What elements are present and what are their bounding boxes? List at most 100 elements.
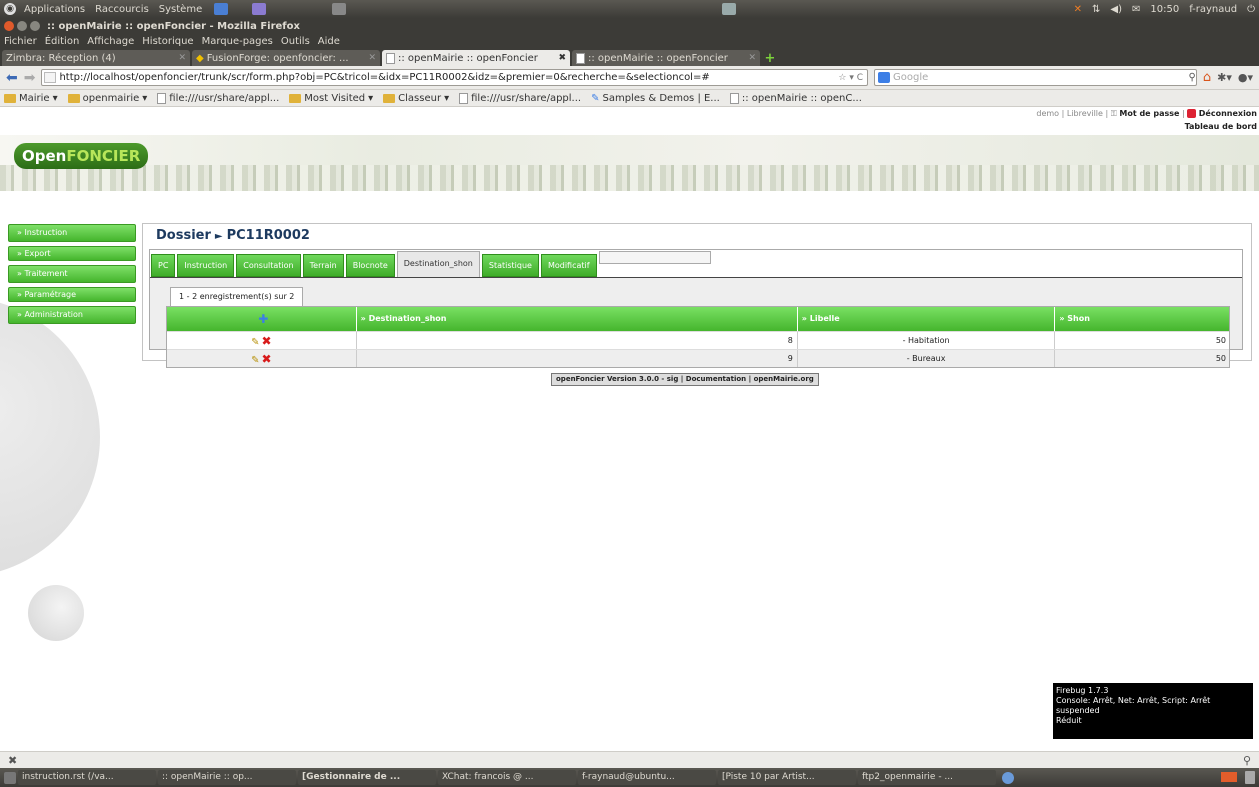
terminal-launcher-icon[interactable]: [332, 3, 347, 15]
browser-tab-openfoncier[interactable]: :: openMairie :: openFoncier ✕: [572, 50, 760, 66]
bookmark-file-2[interactable]: file:///usr/share/appl...: [459, 92, 581, 104]
url-text[interactable]: http://localhost/openfoncier/trunk/scr/f…: [59, 72, 835, 83]
edit-icon[interactable]: ✎: [251, 355, 259, 366]
bookmark-openmairie-page[interactable]: :: openMairie :: openC...: [729, 92, 862, 104]
addon-icon[interactable]: ✱▾: [1217, 71, 1232, 84]
menu-parametrage[interactable]: » Paramétrage: [8, 287, 136, 302]
close-findbar-icon[interactable]: ✖: [8, 754, 17, 767]
tab-close-icon[interactable]: ✖: [558, 53, 566, 63]
cell-shon: 50: [1215, 336, 1226, 345]
search-engine-icon[interactable]: [878, 72, 890, 83]
menu-traitement[interactable]: » Traitement: [8, 265, 136, 283]
task-terminal[interactable]: f-raynaud@ubuntu...: [578, 770, 716, 785]
site-identity-icon[interactable]: [44, 72, 57, 83]
table-row[interactable]: ✎ ✖ 8 - Habitation 50: [167, 331, 1229, 349]
browser-tab-openfoncier-active[interactable]: :: openMairie :: openFoncier ✖: [382, 50, 570, 66]
window-minimize-icon[interactable]: [17, 21, 27, 31]
transfer-icon[interactable]: ⇅: [1092, 4, 1100, 15]
tab-instruction[interactable]: Instruction: [177, 254, 235, 277]
task-ftp[interactable]: ftp2_openmairie - ...: [858, 770, 996, 785]
bookmark-mairie[interactable]: Mairie ▾: [4, 93, 58, 104]
bookmark-file-1[interactable]: file:///usr/share/appl...: [157, 92, 279, 104]
tab-statistique[interactable]: Statistique: [481, 254, 539, 277]
menu-edition[interactable]: Édition: [45, 36, 80, 47]
search-input[interactable]: Google ⚲: [874, 69, 1197, 86]
tab-close-icon[interactable]: ✕: [368, 53, 376, 63]
menu-instruction[interactable]: » Instruction: [8, 224, 136, 242]
menu-administration[interactable]: » Administration: [8, 306, 136, 324]
browser-tab-fusionforge[interactable]: ◆ FusionForge: openfoncier: ... ✕: [192, 50, 380, 66]
bookmark-most-visited[interactable]: Most Visited ▾: [289, 93, 373, 104]
power-icon[interactable]: ⏻: [1247, 4, 1255, 15]
url-input[interactable]: http://localhost/openfoncier/trunk/scr/f…: [41, 69, 868, 86]
tab-pc[interactable]: PC: [151, 254, 176, 277]
tab-destination-shon[interactable]: Destination_shon: [396, 251, 480, 277]
user-name: demo: [1036, 109, 1060, 118]
add-icon[interactable]: ✚: [258, 312, 268, 326]
column-libelle[interactable]: » Libelle: [798, 307, 1056, 331]
home-icon[interactable]: ⌂: [1203, 70, 1211, 85]
browser-tab-zimbra[interactable]: Zimbra: Réception (4) ✕: [2, 50, 190, 66]
column-shon[interactable]: » Shon: [1055, 307, 1229, 331]
tab-modificatif[interactable]: Modificatif: [540, 254, 597, 277]
task-instruction-rst[interactable]: instruction.rst (/va...: [18, 770, 156, 785]
volume-icon[interactable]: ◀): [1110, 4, 1122, 15]
column-destination-shon[interactable]: » Destination_shon: [357, 307, 798, 331]
tab-close-icon[interactable]: ✕: [748, 53, 756, 63]
window-close-icon[interactable]: [4, 21, 14, 31]
menu-outils[interactable]: Outils: [281, 36, 310, 47]
clock[interactable]: 10:50: [1150, 4, 1179, 15]
record-count-tab[interactable]: 1 - 2 enregistrement(s) sur 2: [170, 287, 304, 307]
window-maximize-icon[interactable]: [30, 21, 40, 31]
firefox-launcher-icon[interactable]: [214, 3, 229, 15]
user-menu[interactable]: f-raynaud: [1189, 4, 1237, 15]
task-xchat[interactable]: XChat: francois @ ...: [438, 770, 576, 785]
show-desktop-icon[interactable]: [4, 771, 16, 784]
menu-marque-pages[interactable]: Marque-pages: [202, 36, 273, 47]
bookmark-classeur[interactable]: Classeur ▾: [383, 93, 449, 104]
tab-consultation[interactable]: Consultation: [236, 254, 301, 277]
search-icon[interactable]: ⚲: [1189, 72, 1196, 83]
tab-blocnote[interactable]: Blocnote: [345, 254, 395, 277]
update-icon[interactable]: [1002, 771, 1014, 784]
logout-link[interactable]: Déconnexion: [1199, 109, 1257, 118]
dashboard-link[interactable]: Tableau de bord: [1185, 122, 1257, 131]
tab-terrain[interactable]: Terrain: [302, 254, 344, 277]
applications-menu[interactable]: Applications: [22, 4, 87, 15]
openfoncier-logo[interactable]: OpenFONCIER: [14, 143, 149, 169]
menu-fichier[interactable]: Fichier: [4, 36, 37, 47]
menu-affichage[interactable]: Affichage: [87, 36, 134, 47]
menu-export[interactable]: » Export: [8, 246, 136, 261]
logout-icon[interactable]: [1187, 109, 1197, 118]
city-link[interactable]: Libreville: [1067, 109, 1103, 118]
workspace-switcher-icon[interactable]: [1221, 772, 1237, 782]
shortcuts-menu[interactable]: Raccourcis: [93, 4, 151, 15]
reload-icon[interactable]: ☆ ▾ C: [838, 73, 867, 83]
network-icon[interactable]: ✕: [1074, 4, 1082, 15]
table-row[interactable]: ✎ ✖ 9 - Bureaux 50: [167, 349, 1229, 367]
system-menu[interactable]: Système: [157, 4, 204, 15]
menu-aide[interactable]: Aide: [318, 36, 340, 47]
bookmark-openmairie[interactable]: openmairie ▾: [67, 93, 147, 104]
new-tab-icon[interactable]: +: [762, 52, 778, 66]
edit-icon[interactable]: ✎: [251, 337, 259, 348]
tab-close-icon[interactable]: ✕: [178, 53, 186, 63]
monitor-launcher-icon[interactable]: [252, 3, 267, 15]
task-openmairie[interactable]: :: openMairie :: op...: [158, 770, 296, 785]
firebug-status-icon[interactable]: ⚲: [1243, 754, 1251, 767]
delete-icon[interactable]: ✖: [261, 334, 271, 348]
delete-icon[interactable]: ✖: [261, 352, 271, 366]
task-music[interactable]: [Piste 10 par Artist...: [718, 770, 856, 785]
bookmark-samples[interactable]: ✎ Samples & Demos | E...: [591, 93, 720, 104]
openmairie-link[interactable]: openMairie.org: [754, 375, 814, 383]
indicator-icon[interactable]: [722, 3, 736, 15]
back-arrow-icon[interactable]: ⬅: [6, 70, 18, 86]
documentation-link[interactable]: Documentation: [686, 375, 746, 383]
mail-icon[interactable]: ✉: [1132, 4, 1140, 15]
forward-arrow-icon[interactable]: ➡: [24, 70, 36, 86]
trash-icon[interactable]: [1245, 771, 1255, 784]
firebug-icon[interactable]: ●▾: [1238, 71, 1253, 84]
task-gestionnaire[interactable]: [Gestionnaire de ...: [298, 770, 436, 785]
menu-historique[interactable]: Historique: [142, 36, 193, 47]
password-link[interactable]: Mot de passe: [1119, 109, 1179, 118]
